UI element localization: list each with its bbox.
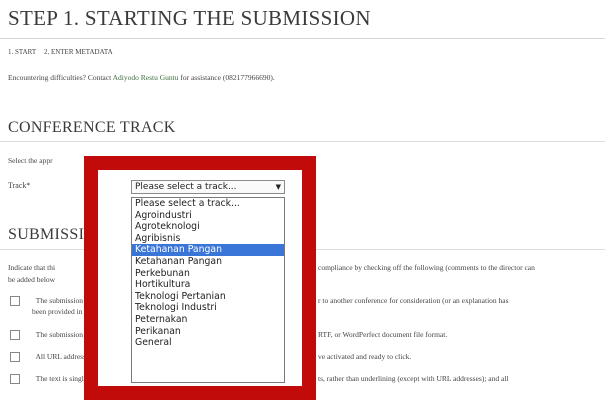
help-prefix: Encountering difficulties? Contact: [8, 73, 112, 82]
help-suffix: for assistance (082177966690).: [180, 73, 275, 82]
step-enter-metadata[interactable]: 2. ENTER METADATA: [44, 48, 113, 56]
section-divider: [0, 249, 605, 250]
checklist-item-right: RTF, or WordPerfect document file format…: [318, 330, 448, 339]
checklist-item-left: The submission has: [35, 296, 95, 305]
conference-track-heading: CONFERENCE TRACK: [8, 119, 176, 136]
checklist-item-right: ts, rather than underlining (except with…: [318, 374, 509, 383]
checklist-item-right: ve activated and ready to click.: [318, 352, 412, 361]
step-progress: 1. START 2. ENTER METADATA: [8, 48, 119, 56]
track-instruction: Select the appr: [8, 156, 53, 165]
track-label: Track*: [8, 181, 31, 190]
submission-heading: SUBMISSION: [8, 226, 108, 243]
checklist-item-left: The text is single-sp: [35, 374, 97, 383]
checkbox[interactable]: [10, 296, 20, 307]
track-option[interactable]: Teknologi Industri: [132, 302, 284, 314]
track-option[interactable]: Hortikultura: [132, 279, 284, 291]
step-start[interactable]: 1. START: [8, 48, 36, 56]
track-option[interactable]: Agroindustri: [132, 210, 284, 222]
contact-link[interactable]: Adiyodo Restu Guntu: [113, 73, 179, 82]
chevron-down-icon: ▼: [275, 183, 281, 191]
checklist-item: The submission has r to another conferen…: [10, 296, 509, 316]
checklist-item: The text is single-sp ts, rather than un…: [10, 374, 509, 385]
track-option[interactable]: Agroteknologi: [132, 221, 284, 233]
track-option[interactable]: Ketahanan Pangan: [132, 256, 284, 268]
track-option[interactable]: Agribisnis: [132, 233, 284, 245]
submission-intro-right: compliance by checking off the following…: [318, 263, 535, 272]
checklist-item-right: r to another conference for consideratio…: [318, 296, 509, 305]
checklist-item: The submission file RTF, or WordPerfect …: [10, 330, 447, 341]
track-select-overlay[interactable]: Please select a track... ▼: [131, 180, 285, 194]
help-text: Encountering difficulties? Contact Adiyo…: [8, 73, 275, 82]
track-option[interactable]: Peternakan: [132, 314, 284, 326]
checkbox[interactable]: [10, 374, 20, 385]
checkbox[interactable]: [10, 330, 20, 341]
section-divider: [0, 141, 605, 142]
checklist-item-left: The submission file: [35, 330, 95, 339]
checklist-item-left: All URL addresses i: [35, 352, 97, 361]
track-option[interactable]: Perkebunan: [132, 268, 284, 280]
submission-intro-line2: be added below: [8, 275, 56, 284]
track-option[interactable]: Perikanan: [132, 326, 284, 338]
checklist-item: All URL addresses i ve activated and rea…: [10, 352, 411, 363]
checklist-item-cont: been provided in Co: [32, 307, 94, 316]
page-title: STEP 1. STARTING THE SUBMISSION: [8, 6, 371, 30]
track-option[interactable]: Please select a track...: [132, 198, 284, 210]
track-option-highlighted[interactable]: Ketahanan Pangan: [132, 244, 284, 256]
title-divider: [0, 38, 605, 39]
track-option[interactable]: Teknologi Pertanian: [132, 291, 284, 303]
track-option[interactable]: General: [132, 337, 284, 349]
submission-intro-left: Indicate that thi: [8, 263, 56, 272]
track-dropdown-list: Please select a track... Agroindustri Ag…: [131, 197, 285, 383]
checkbox[interactable]: [10, 352, 20, 363]
track-select-value: Please select a track...: [135, 182, 237, 192]
